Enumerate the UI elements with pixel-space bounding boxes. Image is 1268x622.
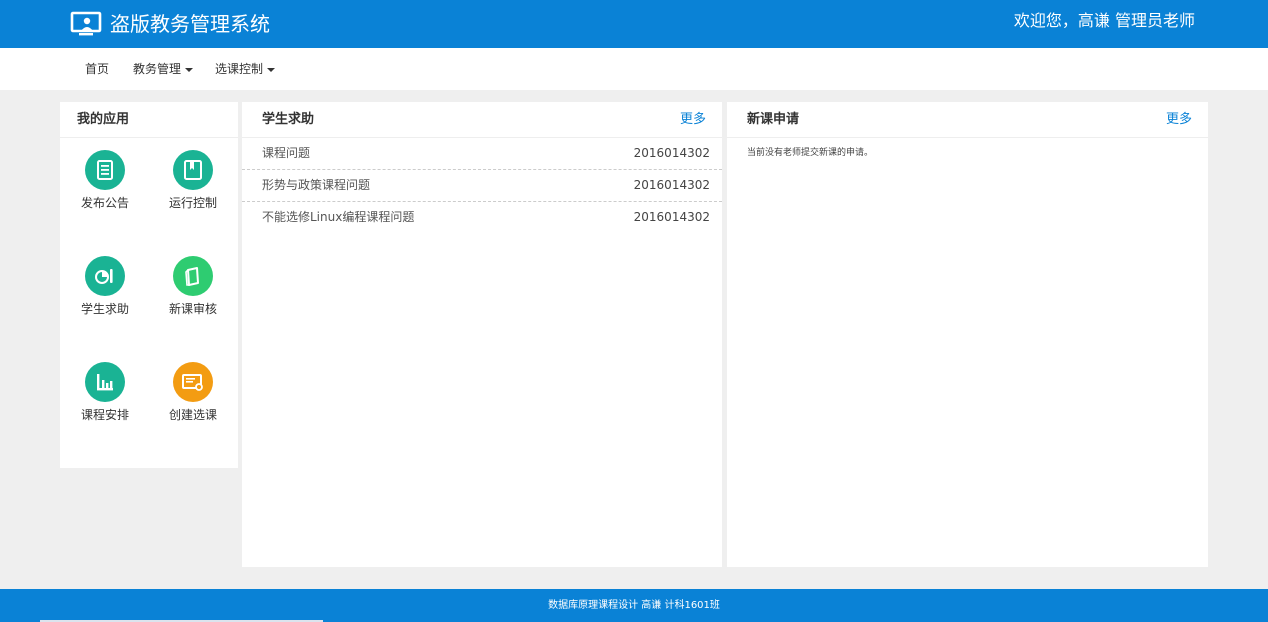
app-icon-circle bbox=[85, 256, 125, 296]
app-label: 创建选课 bbox=[168, 408, 217, 422]
app-icon-circle bbox=[173, 256, 213, 296]
top-header: 盗版教务管理系统 欢迎您，高谦 管理员老师 bbox=[0, 0, 1268, 48]
new-course-empty-message: 当前没有老师提交新课的申请。 bbox=[747, 148, 874, 158]
my-apps-header: 我的应用 bbox=[60, 102, 238, 138]
student-help-title: 学生求助 bbox=[262, 112, 315, 127]
brand[interactable]: 盗版教务管理系统 bbox=[70, 9, 270, 39]
welcome-message: 欢迎您，高谦 管理员老师 bbox=[1013, 11, 1195, 30]
student-help-list: 课程问题 2016014302 形势与政策课程问题 2016014302 不能选… bbox=[242, 138, 722, 234]
my-apps-panel: 我的应用 发布公告 运行控制 学生求助 新课审核 课程安排 创建选课 bbox=[60, 102, 238, 468]
help-student-id: 2016014302 bbox=[633, 210, 710, 224]
student-help-panel: 学生求助 更多 课程问题 2016014302 形势与政策课程问题 201601… bbox=[242, 102, 722, 567]
app-label: 新课审核 bbox=[168, 302, 217, 316]
monitor-user-icon bbox=[70, 11, 102, 36]
student-help-more-link[interactable]: 更多 bbox=[680, 102, 706, 138]
nav-academic-label: 教务管理 bbox=[133, 62, 182, 76]
nav-course-selection-label: 选课控制 bbox=[215, 62, 264, 76]
nav-academic-dropdown[interactable]: 教务管理 bbox=[133, 48, 194, 90]
nav-course-selection-dropdown[interactable]: 选课控制 bbox=[215, 48, 276, 90]
book-icon bbox=[184, 160, 202, 180]
help-question[interactable]: 不能选修Linux编程课程问题 bbox=[262, 202, 414, 233]
new-course-panel: 新课申请 更多 当前没有老师提交新课的申请。 bbox=[727, 102, 1208, 567]
main-nav: 首页 教务管理 选课控制 bbox=[0, 48, 1268, 90]
new-course-header: 新课申请 更多 bbox=[727, 102, 1208, 138]
my-apps-title: 我的应用 bbox=[77, 112, 130, 127]
help-question[interactable]: 课程问题 bbox=[262, 138, 310, 169]
new-course-title: 新课申请 bbox=[747, 112, 800, 127]
app-icon-circle bbox=[85, 150, 125, 190]
student-help-header: 学生求助 更多 bbox=[242, 102, 722, 138]
nav-home[interactable]: 首页 bbox=[85, 48, 109, 90]
app-icon-circle bbox=[85, 362, 125, 402]
app-label: 运行控制 bbox=[168, 196, 217, 210]
certificate-icon bbox=[182, 374, 203, 391]
app-run-control[interactable]: 运行控制 bbox=[149, 150, 237, 210]
pie-pencil-icon bbox=[95, 269, 113, 284]
caret-down-icon bbox=[267, 67, 276, 72]
footer-text: 数据库原理课程设计 高谦 计科1601班 bbox=[548, 600, 720, 611]
help-row[interactable]: 课程问题 2016014302 bbox=[242, 138, 722, 170]
help-row[interactable]: 不能选修Linux编程课程问题 2016014302 bbox=[242, 202, 722, 234]
help-question[interactable]: 形势与政策课程问题 bbox=[262, 170, 370, 201]
caret-down-icon bbox=[185, 67, 194, 72]
nav-home-label: 首页 bbox=[85, 62, 110, 76]
footer: 数据库原理课程设计 高谦 计科1601班 bbox=[0, 589, 1268, 622]
app-create-selection[interactable]: 创建选课 bbox=[149, 362, 237, 422]
app-new-course-review[interactable]: 新课审核 bbox=[149, 256, 237, 316]
app-publish-notice[interactable]: 发布公告 bbox=[61, 150, 149, 210]
help-student-id: 2016014302 bbox=[633, 178, 710, 192]
app-title: 盗版教务管理系统 bbox=[110, 12, 270, 36]
app-icon-circle bbox=[173, 362, 213, 402]
app-label: 发布公告 bbox=[80, 196, 129, 210]
notebook-icon bbox=[185, 267, 199, 286]
help-row[interactable]: 形势与政策课程问题 2016014302 bbox=[242, 170, 722, 202]
bar-chart-icon bbox=[97, 374, 113, 391]
app-student-help[interactable]: 学生求助 bbox=[61, 256, 149, 316]
help-student-id: 2016014302 bbox=[633, 146, 710, 160]
new-course-more-link[interactable]: 更多 bbox=[1166, 102, 1192, 138]
app-label: 学生求助 bbox=[80, 302, 129, 316]
notice-icon bbox=[97, 160, 113, 180]
app-course-arrangement[interactable]: 课程安排 bbox=[61, 362, 149, 422]
app-label: 课程安排 bbox=[80, 408, 129, 422]
app-icon-circle bbox=[173, 150, 213, 190]
